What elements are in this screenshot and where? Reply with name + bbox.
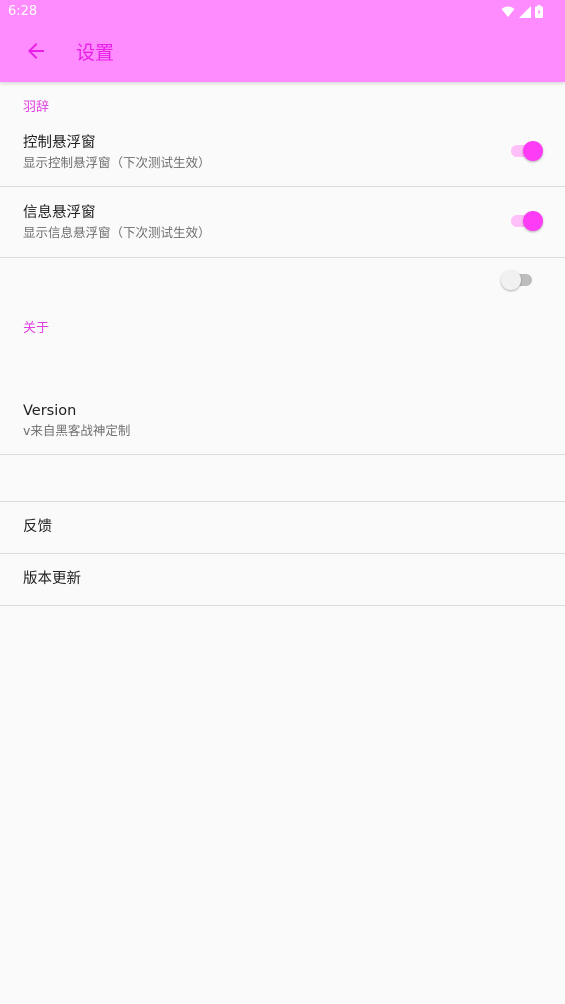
divider <box>0 454 565 455</box>
pref-title-update: 版本更新 <box>23 571 81 587</box>
pref-row-feedback[interactable] <box>0 502 565 553</box>
page-title: 设置 <box>76 42 115 64</box>
pref-summary-version: v来自黑客战神定制 <box>23 423 131 438</box>
switch-thumb <box>501 270 521 290</box>
pref-row-update[interactable] <box>0 554 565 605</box>
info-floating-switch[interactable] <box>509 209 543 233</box>
category-header-yuci: 羽辞 <box>23 100 50 115</box>
pref-row-info-floating[interactable] <box>0 187 565 257</box>
control-floating-switch[interactable] <box>509 139 543 163</box>
category-header-about: 关于 <box>23 321 50 336</box>
back-button[interactable] <box>16 33 56 73</box>
status-icons <box>501 4 543 20</box>
unlabeled-switch[interactable] <box>501 268 536 292</box>
pref-row-control-floating[interactable] <box>0 120 565 186</box>
pref-title-info-floating: 信息悬浮窗 <box>23 205 96 221</box>
switch-thumb <box>523 141 543 161</box>
cell-signal-icon <box>519 3 531 22</box>
battery-icon <box>535 3 543 22</box>
wifi-icon <box>501 3 515 22</box>
app-bar: 设置 <box>0 24 565 82</box>
pref-row-version[interactable] <box>0 385 565 455</box>
status-time: 6:28 <box>8 4 38 19</box>
pref-summary-control-floating: 显示控制悬浮窗（下次测试生效） <box>23 155 211 170</box>
pref-summary-info-floating: 显示信息悬浮窗（下次测试生效） <box>23 225 211 240</box>
arrow-left-icon <box>26 41 46 65</box>
pref-title-version: Version <box>23 403 77 419</box>
divider <box>0 257 565 258</box>
divider <box>0 605 565 606</box>
settings-screen: 6:28 设置 羽辞 控制悬浮窗 显示控制悬浮窗（下次测试生效） 信息悬浮窗 显… <box>0 0 565 1004</box>
pref-title-control-floating: 控制悬浮窗 <box>23 135 96 151</box>
status-bar: 6:28 <box>0 0 565 24</box>
switch-thumb <box>523 211 543 231</box>
pref-title-feedback: 反馈 <box>23 519 52 535</box>
